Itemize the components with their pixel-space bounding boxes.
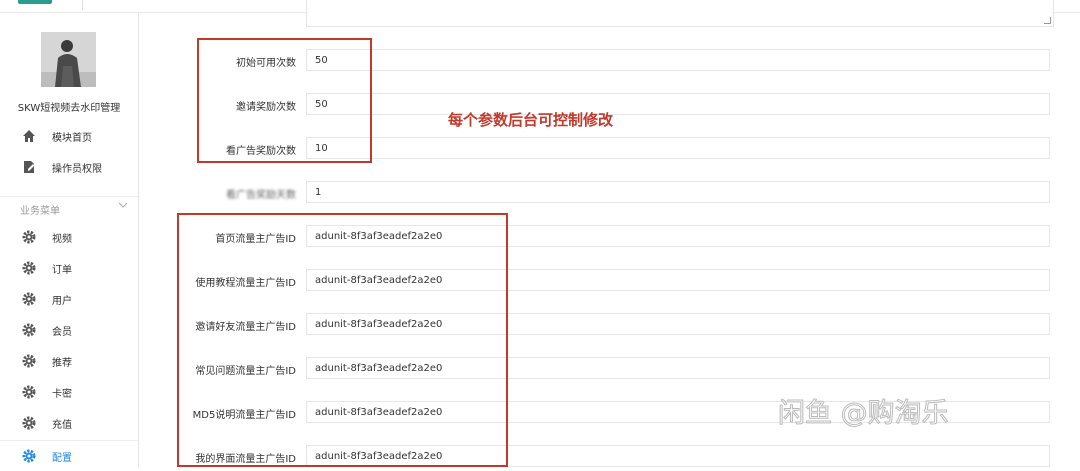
watermark: 闲鱼 @购淘乐 — [778, 398, 950, 430]
field-label: 看广告奖励天数 — [226, 190, 296, 201]
gear-icon — [22, 230, 36, 244]
sidebar-item-card-keys[interactable]: 卡密 — [0, 377, 138, 407]
highlight-box-ad-ids — [177, 213, 508, 467]
sidebar-item-recharge[interactable]: 充值 — [0, 408, 138, 438]
sidebar-item-orders[interactable]: 订单 — [0, 253, 138, 283]
app-avatar — [41, 32, 96, 87]
edit-doc-icon — [22, 160, 36, 174]
gear-icon — [22, 385, 36, 399]
sidebar-item-label: 模块首页 — [52, 132, 92, 144]
sidebar-item-label: 推荐 — [52, 357, 72, 369]
invite-reward-input[interactable]: 50 — [306, 93, 1050, 115]
section-title: 业务菜单 — [20, 205, 60, 217]
gear-icon — [22, 292, 36, 306]
gear-icon — [22, 354, 36, 368]
home-icon — [22, 129, 36, 143]
divider — [82, 0, 83, 10]
ad-reward-count-input[interactable]: 10 — [306, 137, 1050, 159]
sidebar-item-label: 视频 — [52, 233, 72, 245]
config-form: 初始可用次数 50 邀请奖励次数 50 看广告奖励次数 10 看广告奖励天数 1… — [158, 0, 1080, 468]
form-row-ad-reward-days: 看广告奖励天数 1 — [158, 181, 1052, 205]
gear-icon — [22, 323, 36, 337]
gear-icon — [22, 449, 36, 463]
sidebar-item-config[interactable]: 配置 — [0, 440, 138, 471]
sidebar-item-label: 会员 — [52, 326, 72, 338]
sidebar-section-business-menu[interactable]: 业务菜单 — [0, 196, 138, 221]
gear-icon — [22, 416, 36, 430]
sidebar-item-label: 用户 — [52, 295, 72, 307]
annotation-text: 每个参数后台可控制修改 — [448, 111, 614, 129]
sidebar-item-operator-permissions[interactable]: 操作员权限 — [0, 152, 138, 182]
gear-icon — [22, 261, 36, 275]
sidebar-item-video[interactable]: 视频 — [0, 222, 138, 252]
sidebar-item-label: 卡密 — [52, 388, 72, 400]
sidebar-item-label: 充值 — [52, 419, 72, 431]
sidebar-item-home[interactable]: 模块首页 — [0, 121, 138, 151]
textarea-field[interactable] — [306, 0, 1054, 27]
ad-reward-days-input[interactable]: 1 — [306, 181, 1050, 203]
highlight-box-counts — [197, 38, 372, 163]
sidebar-item-users[interactable]: 用户 — [0, 284, 138, 314]
logo — [18, 0, 52, 4]
sidebar-item-label: 配置 — [52, 452, 72, 464]
initial-uses-input[interactable]: 50 — [306, 49, 1050, 71]
sidebar: SKW短视频去水印管理 模块首页 操作员权限 业务菜单 视频 订单 用户 会员 … — [0, 13, 139, 468]
sidebar-item-label: 订单 — [52, 264, 72, 276]
sidebar-item-recommend[interactable]: 推荐 — [0, 346, 138, 376]
sidebar-item-label: 操作员权限 — [52, 163, 102, 175]
sidebar-item-members[interactable]: 会员 — [0, 315, 138, 345]
resize-handle-icon[interactable] — [1044, 17, 1051, 24]
app-title: SKW短视频去水印管理 — [17, 103, 121, 114]
chevron-down-icon — [118, 200, 128, 213]
